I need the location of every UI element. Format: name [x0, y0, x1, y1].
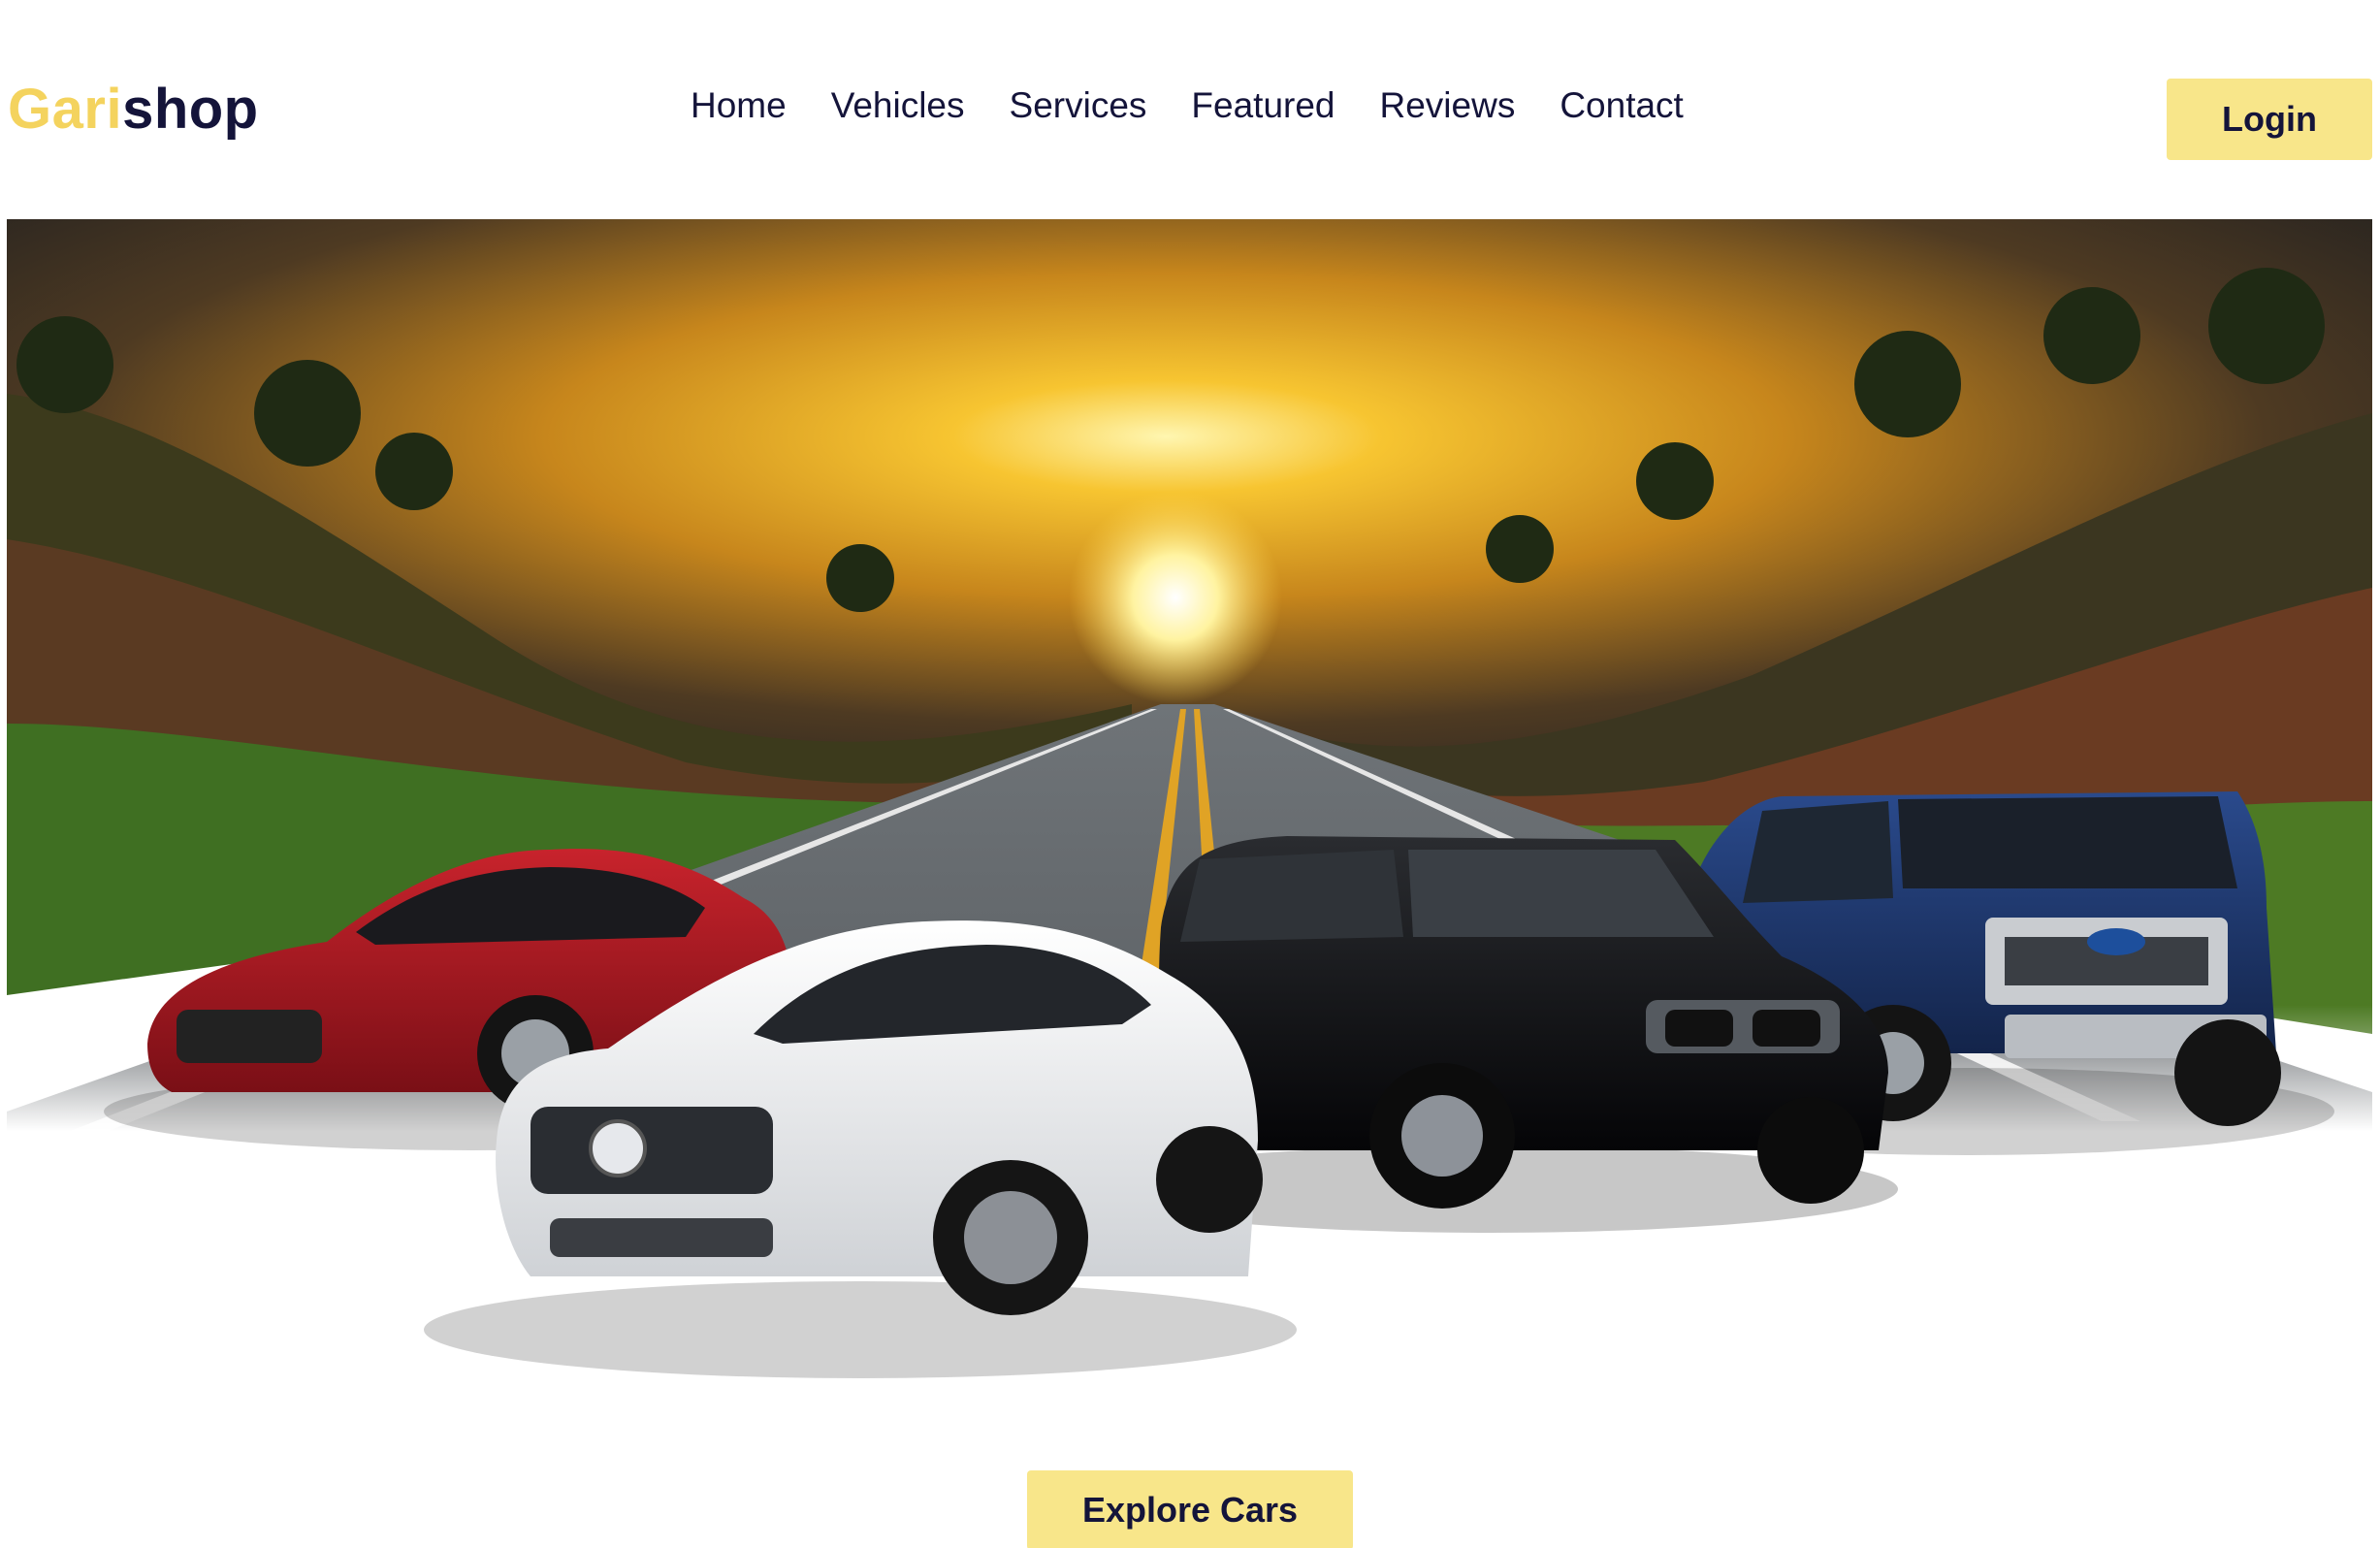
main-nav: Home Vehicles Services Featured Reviews …: [691, 81, 1684, 130]
nav-reviews[interactable]: Reviews: [1380, 81, 1516, 130]
logo-accent-text: Gari: [8, 78, 123, 141]
login-button[interactable]: Login: [2167, 79, 2372, 160]
nav-services[interactable]: Services: [1010, 81, 1147, 130]
nav-home[interactable]: Home: [691, 81, 787, 130]
logo-main-text: shop: [122, 78, 259, 141]
nav-contact[interactable]: Contact: [1560, 81, 1684, 130]
nav-featured[interactable]: Featured: [1191, 81, 1335, 130]
page: Garishop Home Vehicles Services Featured…: [0, 0, 2380, 1548]
hero-image: [7, 219, 2372, 1432]
explore-cars-button[interactable]: Explore Cars: [1027, 1470, 1353, 1548]
brand-logo[interactable]: Garishop: [8, 76, 259, 144]
sun: [1069, 491, 1282, 704]
nav-vehicles[interactable]: Vehicles: [831, 81, 965, 130]
